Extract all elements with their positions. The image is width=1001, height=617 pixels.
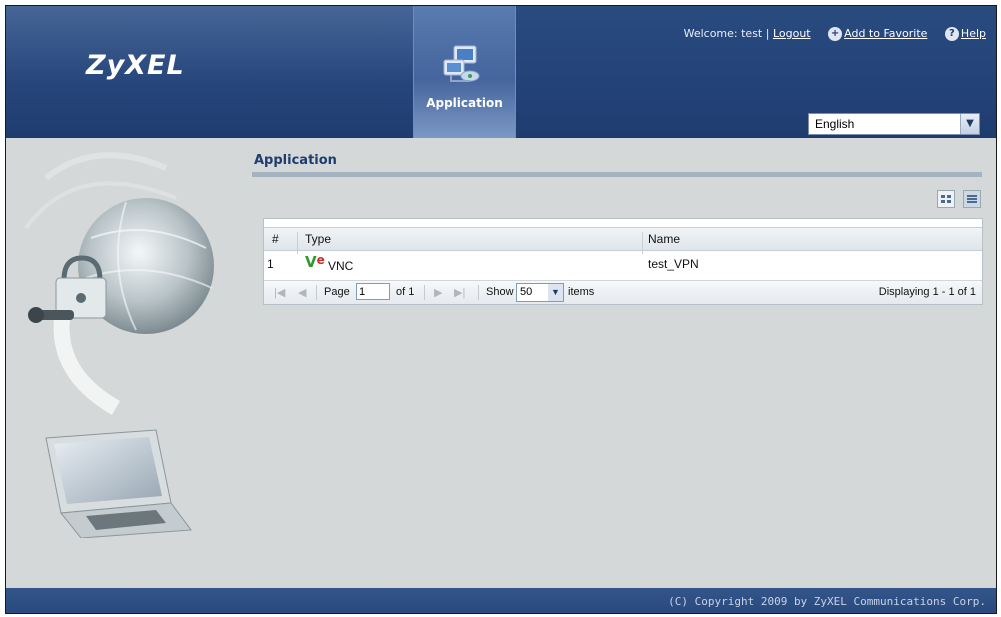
pager-separator: [478, 285, 479, 300]
row-index: 1: [267, 257, 274, 271]
column-header-name[interactable]: Name: [648, 232, 680, 246]
welcome-text: Welcome: test |: [683, 27, 770, 40]
application-table: # Type Name 1 Ve VNC test_VPN |◀ ◀ Page …: [263, 218, 983, 305]
page-size-select[interactable]: 50 ▼: [516, 283, 564, 302]
row-name: test_VPN: [648, 257, 699, 271]
tab-application-label: Application: [426, 96, 503, 110]
language-select[interactable]: English ▼: [808, 113, 980, 135]
pager-separator: [424, 285, 425, 300]
pagination-bar: |◀ ◀ Page of 1 ▶ ▶| Show 50 ▼ items Disp…: [264, 280, 982, 304]
vnc-icon: Ve: [305, 253, 325, 271]
copyright-text: (C) Copyright 2009 by ZyXEL Communicatio…: [668, 595, 986, 608]
displaying-count: Displaying 1 - 1 of 1: [878, 286, 976, 298]
globe-lock-laptop-illustration: [24, 152, 214, 538]
top-links: Welcome: test | Logout + Add to Favorite …: [684, 27, 986, 41]
header-bar: ZyXEL Application Welcome: test | Logout…: [6, 6, 996, 138]
chevron-down-icon[interactable]: ▼: [548, 284, 563, 301]
page-title: Application: [254, 153, 337, 168]
first-page-icon[interactable]: |◀: [274, 286, 285, 299]
column-header-index[interactable]: #: [272, 232, 279, 246]
page-number-input[interactable]: [356, 283, 390, 300]
page-size-value: 50: [520, 286, 533, 298]
zyxel-logo: ZyXEL: [86, 50, 185, 81]
help-icon: ?: [944, 27, 959, 41]
table-row[interactable]: 1 Ve VNC test_VPN: [264, 251, 982, 275]
tab-application[interactable]: Application: [413, 6, 516, 138]
language-value: English: [815, 117, 855, 131]
column-header-type[interactable]: Type: [305, 232, 331, 246]
pager-separator: [316, 285, 317, 300]
list-view-icon[interactable]: [963, 190, 982, 208]
next-page-icon[interactable]: ▶: [434, 286, 442, 299]
footer-bar: (C) Copyright 2009 by ZyXEL Communicatio…: [6, 588, 996, 613]
help-link[interactable]: Help: [961, 27, 986, 40]
page-count: of 1: [396, 286, 415, 298]
chevron-down-icon[interactable]: ▼: [960, 114, 979, 134]
add-favorite-link[interactable]: Add to Favorite: [844, 27, 927, 40]
items-label: items: [568, 286, 595, 298]
title-divider: [252, 172, 982, 177]
last-page-icon[interactable]: ▶|: [454, 286, 465, 299]
grid-view-icon[interactable]: [937, 190, 955, 208]
view-toggle: [934, 190, 982, 211]
logout-link[interactable]: Logout: [773, 27, 811, 40]
table-header: # Type Name: [264, 227, 982, 254]
page-label: Page: [324, 286, 350, 298]
add-favorite-icon: +: [828, 27, 843, 41]
previous-page-icon[interactable]: ◀: [298, 286, 306, 299]
show-label: Show: [486, 286, 514, 298]
app-window: ZyXEL Application Welcome: test | Logout…: [5, 5, 997, 614]
application-icon: [443, 45, 480, 82]
row-type: VNC: [328, 259, 354, 273]
